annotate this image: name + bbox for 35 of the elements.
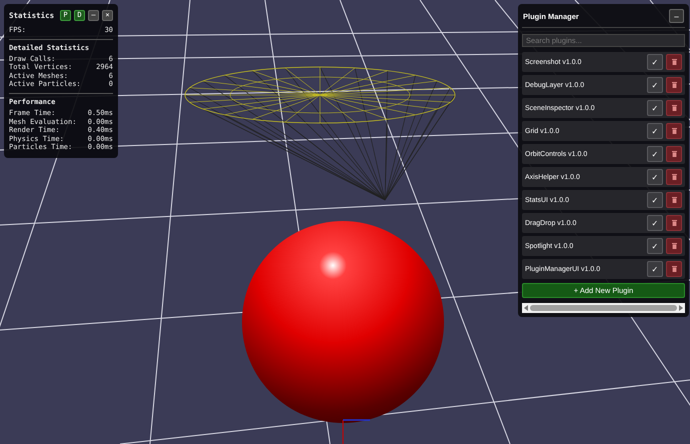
scroll-right-icon[interactable]: [679, 305, 683, 311]
delete-button[interactable]: [666, 169, 682, 185]
trash-icon: [672, 105, 676, 111]
enable-button[interactable]: ✓: [647, 100, 663, 116]
trash-icon: [672, 151, 676, 157]
delete-button[interactable]: [666, 238, 682, 254]
delete-button[interactable]: [666, 100, 682, 116]
enable-button[interactable]: ✓: [647, 238, 663, 254]
enable-button[interactable]: ✓: [647, 215, 663, 231]
trash-icon: [672, 220, 676, 226]
delete-button[interactable]: [666, 54, 682, 70]
delete-button[interactable]: [666, 215, 682, 231]
delete-button[interactable]: [666, 123, 682, 139]
trash-icon: [672, 197, 676, 203]
scroll-left-icon[interactable]: [524, 305, 528, 311]
enable-button[interactable]: ✓: [647, 192, 663, 208]
trash-icon: [672, 59, 676, 65]
enable-button[interactable]: ✓: [647, 146, 663, 162]
enable-button[interactable]: ✓: [647, 169, 663, 185]
delete-button[interactable]: [666, 146, 682, 162]
enable-button[interactable]: ✓: [647, 261, 663, 277]
delete-button[interactable]: [666, 261, 682, 277]
delete-button[interactable]: [666, 192, 682, 208]
enable-button[interactable]: ✓: [647, 123, 663, 139]
trash-icon: [672, 266, 676, 272]
trash-icon: [672, 128, 676, 134]
trash-icon: [672, 243, 676, 249]
scrollbar-thumb[interactable]: [530, 305, 677, 311]
minimize-button[interactable]: –: [669, 9, 684, 23]
trash-icon: [672, 174, 676, 180]
delete-button[interactable]: [666, 77, 682, 93]
horizontal-scrollbar[interactable]: [522, 303, 685, 313]
trash-icon: [672, 82, 676, 88]
enable-button[interactable]: ✓: [647, 77, 663, 93]
enable-button[interactable]: ✓: [647, 54, 663, 70]
